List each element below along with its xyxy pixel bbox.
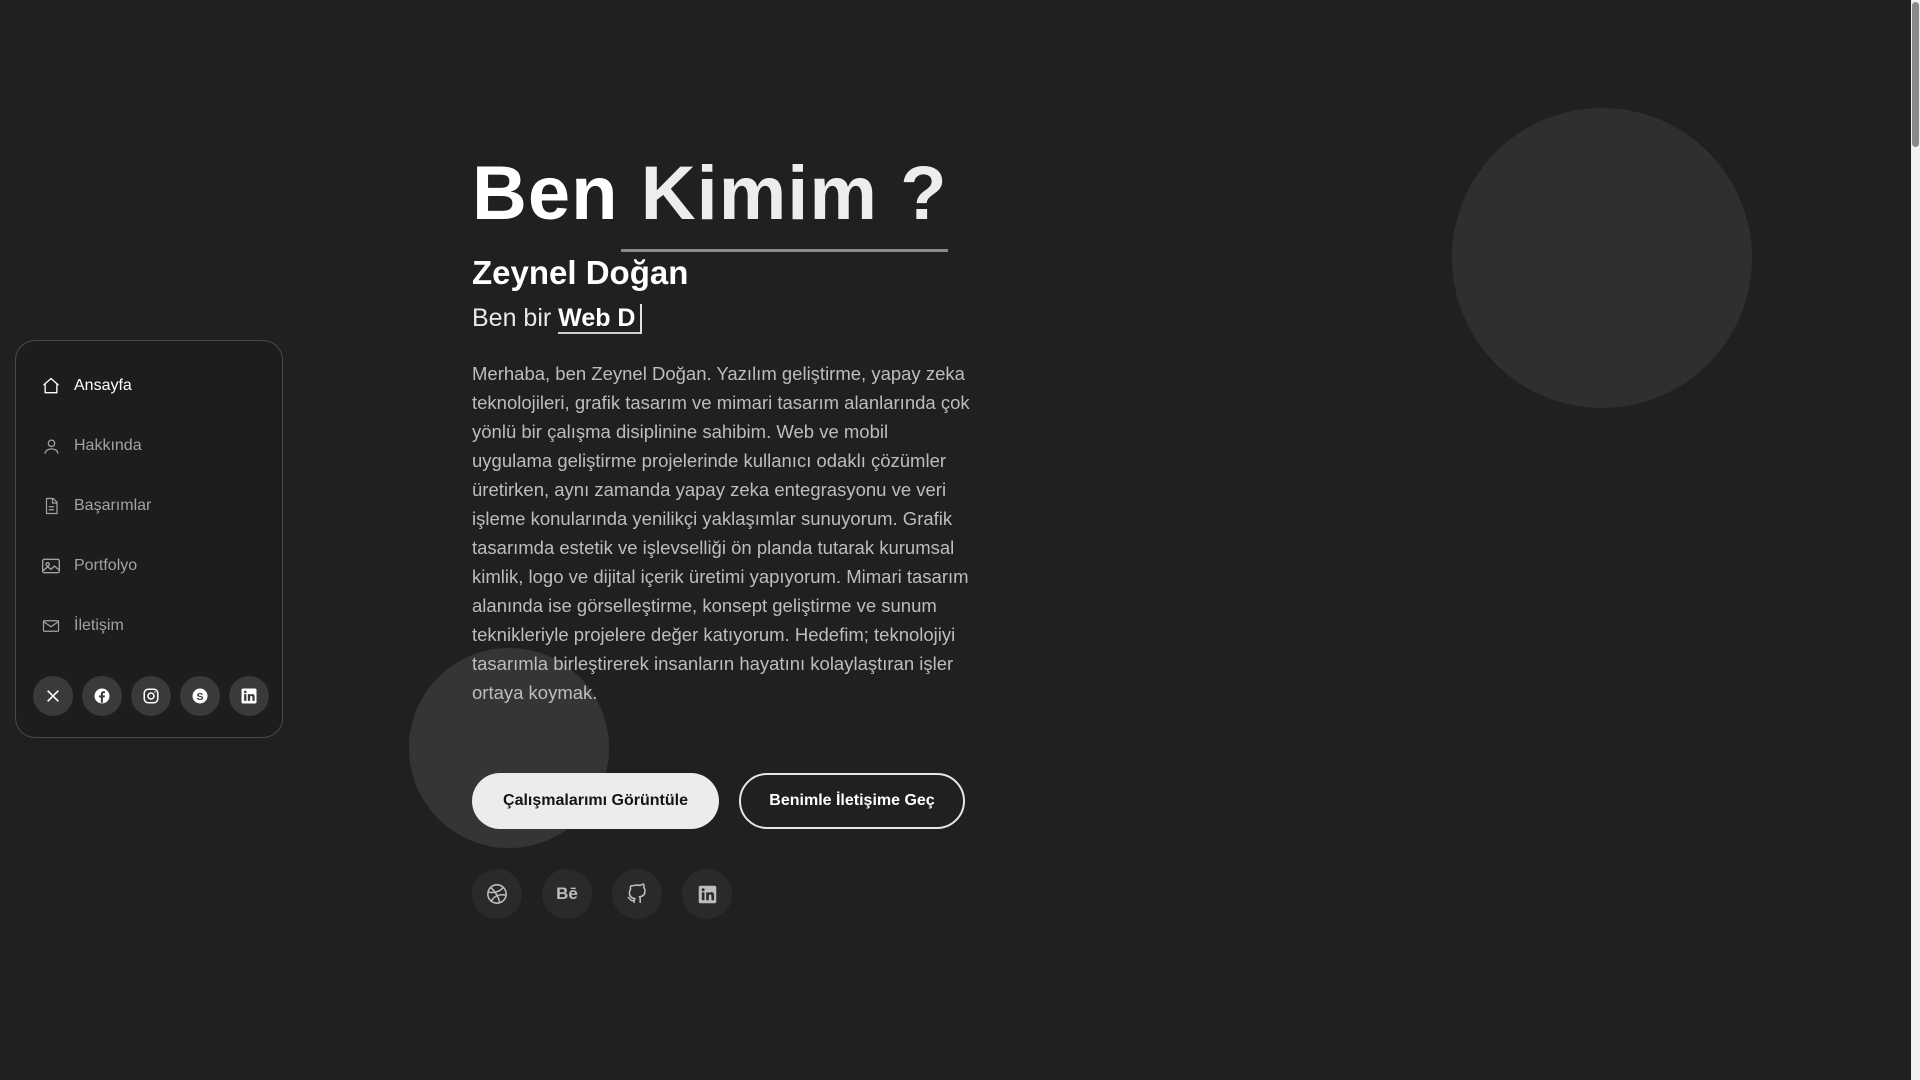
linkedin-icon xyxy=(241,688,257,704)
title-part-ben: Ben xyxy=(472,151,619,236)
instagram-link[interactable] xyxy=(131,676,171,716)
sidebar-item-portfolio[interactable]: Portfolyo xyxy=(40,546,260,586)
scrollbar-thumb[interactable] xyxy=(1912,2,1919,147)
images-icon xyxy=(40,555,62,577)
sidebar-item-label: Başarımlar xyxy=(74,497,152,514)
dribbble-link[interactable] xyxy=(472,869,522,919)
sidebar-item-home[interactable]: Ansayfa xyxy=(40,366,260,406)
home-icon xyxy=(40,375,62,397)
title-part-highlight: Kimim ? xyxy=(640,151,948,236)
dribbble-icon xyxy=(487,884,507,904)
x-link[interactable] xyxy=(33,676,73,716)
github-link[interactable] xyxy=(612,869,662,919)
bio-paragraph: Merhaba, ben Zeynel Doğan. Yazılım geliş… xyxy=(472,363,970,703)
role-line: Ben bir Web D xyxy=(472,304,642,334)
linkedin-link[interactable] xyxy=(682,869,732,919)
linkedin-icon xyxy=(698,885,716,903)
person-name: Zeynel Doğan xyxy=(472,254,689,291)
facebook-icon xyxy=(94,688,110,704)
page-title: Ben Kimim ? xyxy=(472,156,948,232)
page-scrollbar[interactable] xyxy=(1911,0,1920,1080)
view-works-button[interactable]: Çalışmalarımı Görüntüle xyxy=(472,773,719,829)
linkedin-link[interactable] xyxy=(229,676,269,716)
skype-icon: S xyxy=(192,688,208,704)
sidebar-item-achievements[interactable]: Başarımlar xyxy=(40,486,260,526)
decorative-circle-top xyxy=(1452,108,1752,408)
role-prefix: Ben bir xyxy=(472,304,552,332)
sidebar-socials: S xyxy=(33,676,269,716)
sidebar-item-label: Portfolyo xyxy=(74,557,138,574)
instagram-icon xyxy=(143,688,159,704)
behance-icon: Bē xyxy=(556,884,578,903)
contact-me-button[interactable]: Benimle İletişime Geç xyxy=(739,773,965,829)
sidebar-item-label: İletişim xyxy=(74,617,124,634)
hero-socials: Bē xyxy=(472,869,732,919)
skype-link[interactable]: S xyxy=(180,676,220,716)
sidebar-item-contact[interactable]: İletişim xyxy=(40,606,260,646)
sidebar-nav: Ansayfa Hakkında Başarımlar Portfolyo İl… xyxy=(15,340,283,738)
sidebar-item-label: Hakkında xyxy=(74,437,142,454)
facebook-link[interactable] xyxy=(82,676,122,716)
sidebar-item-about[interactable]: Hakkında xyxy=(40,426,260,466)
user-icon xyxy=(40,435,62,457)
svg-text:S: S xyxy=(196,691,203,703)
x-icon xyxy=(47,690,59,702)
mail-icon xyxy=(40,615,62,637)
sidebar-item-label: Ansayfa xyxy=(74,377,132,394)
behance-link[interactable]: Bē xyxy=(542,869,592,919)
document-icon xyxy=(40,495,62,517)
role-typed-text: Web D xyxy=(558,304,642,334)
github-icon xyxy=(627,883,646,904)
